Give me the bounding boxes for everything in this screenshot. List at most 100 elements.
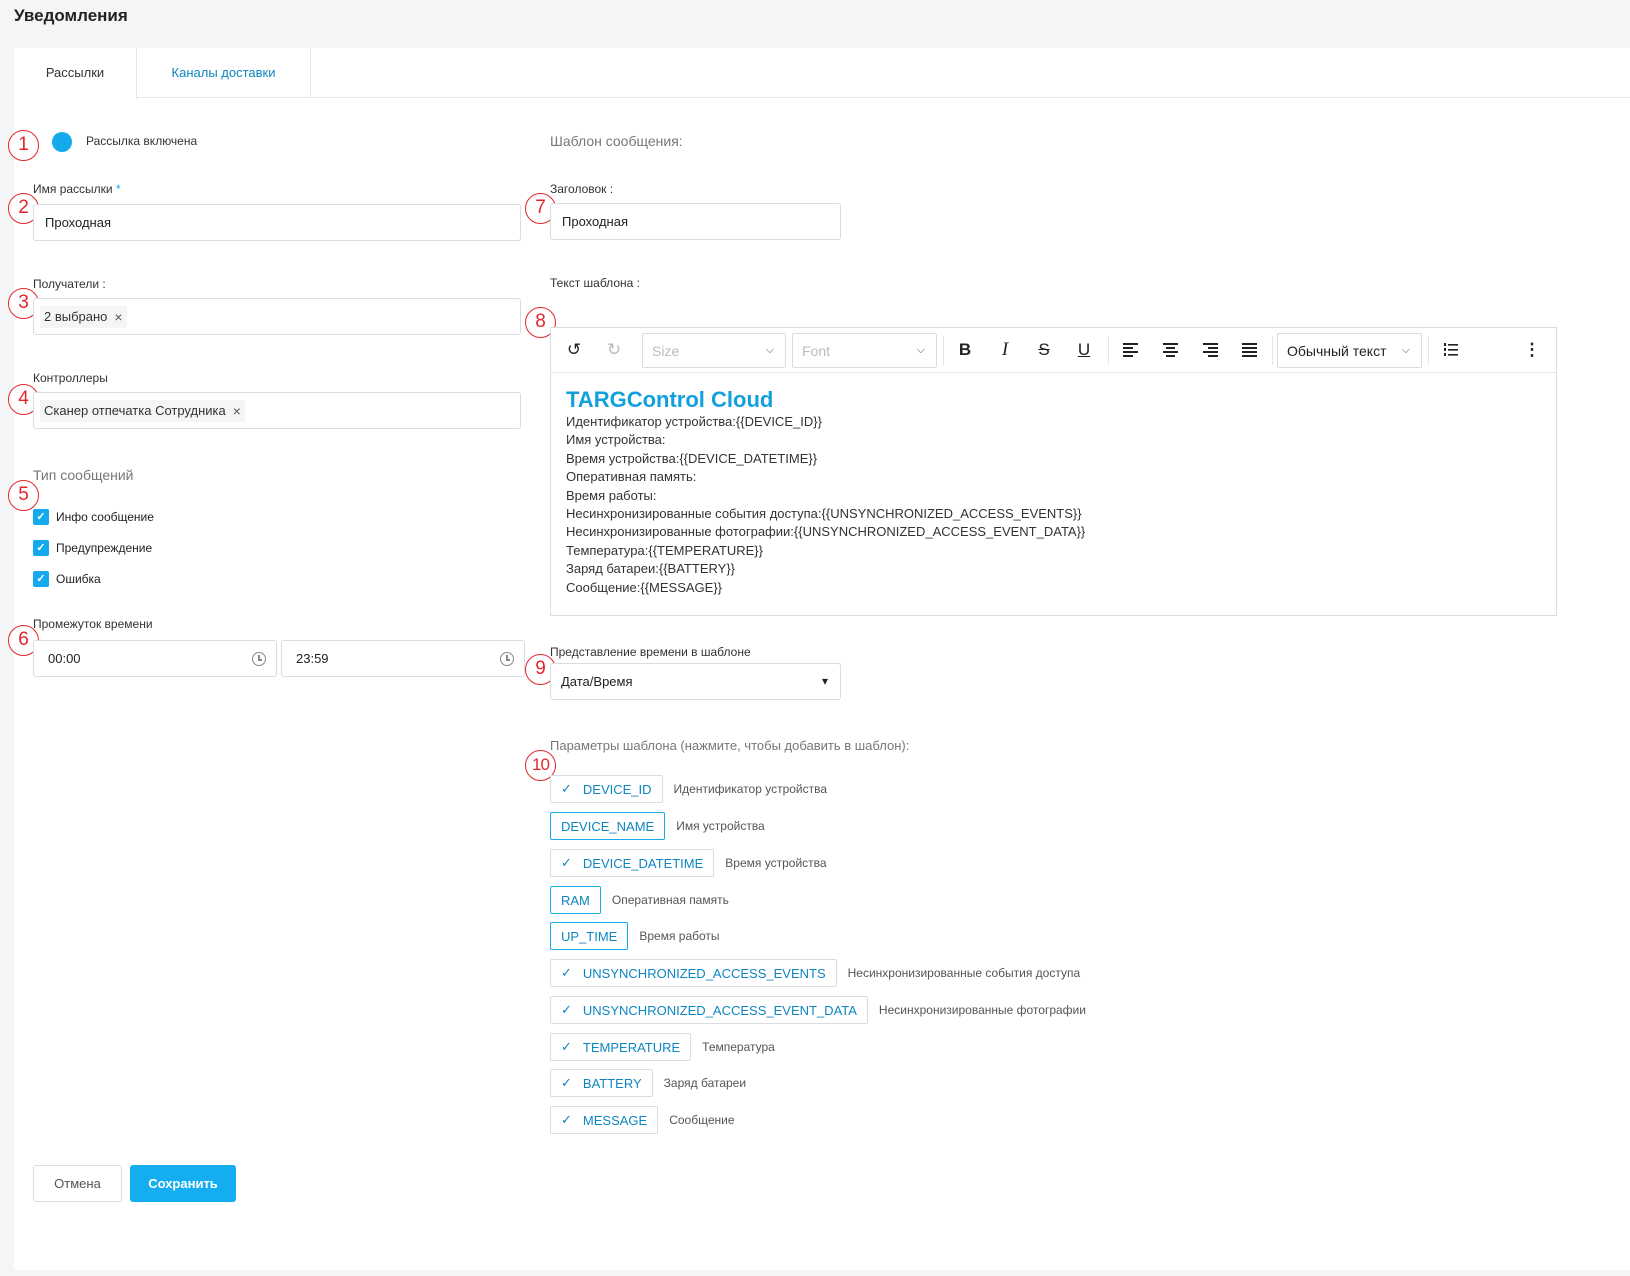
param-chip-message[interactable]: ✓ MESSAGE [550,1106,659,1134]
param-chip-battery[interactable]: ✓ BATTERY [550,1069,653,1097]
param-chip-temperature[interactable]: ✓ TEMPERATURE [550,1033,692,1061]
param-desc: Время устройства [725,856,827,870]
param-row: ✓ DEVICE_DATETIME Время устройства [550,849,827,877]
param-chip-unsync-event-data[interactable]: ✓ UNSYNCHRONIZED_ACCESS_EVENT_DATA [550,996,868,1024]
param-row: ✓ UNSYNCHRONIZED_ACCESS_EVENTS Несинхрони… [550,959,1080,987]
strikethrough-icon[interactable]: S [1029,334,1059,366]
required-asterisk: * [115,182,121,196]
param-key: UP_TIME [561,928,618,944]
checkbox-checked-icon[interactable]: ✓ [33,571,49,587]
time-to-input[interactable]: 23:59 [281,640,525,677]
param-chip-device-datetime[interactable]: ✓ DEVICE_DATETIME [550,849,715,877]
cancel-button[interactable]: Отмена [33,1165,122,1202]
content-line-token: {{DEVICE_DATETIME}} [679,450,818,466]
chevron-down-icon: ⌵ [1401,344,1410,356]
clock-icon[interactable] [252,652,266,666]
param-desc: Время работы [639,929,720,943]
check-icon: ✓ [561,1112,572,1127]
content-line-label: Время устройства: [566,450,680,466]
clock-icon[interactable] [500,652,514,666]
check-icon: ✓ [561,1075,572,1090]
toolbar-divider [1428,336,1429,365]
editor-toolbar: ↺ ↻ Size ⌵ Font ⌵ B I S U Обычный текст ⌵ ⋮ [551,328,1556,373]
tab-mailings[interactable]: Рассылки [14,48,137,99]
annotation-marker-1: 1 [8,130,39,161]
param-row: ✓ MESSAGE Сообщение [550,1106,735,1134]
param-row: UP_TIME Время работы [550,922,720,950]
rich-text-editor[interactable]: ↺ ↻ Size ⌵ Font ⌵ B I S U Обычный текст ⌵ ⋮… [550,327,1557,616]
type-error-row[interactable]: ✓ Ошибка [33,571,101,587]
italic-icon[interactable]: I [990,334,1020,366]
content-line-token: {{UNSYNCHRONIZED_ACCESS_EVENT_DATA}} [793,524,1086,540]
enabled-label: Рассылка включена [86,134,198,148]
toolbar-divider [1108,336,1109,365]
param-row: ✓ TEMPERATURE Температура [550,1033,775,1061]
font-select-label: Font [802,342,831,359]
tab-bar: Рассылки Каналы доставки [14,48,1630,99]
recipients-label: Получатели : [33,277,106,291]
controllers-chip-label: Сканер отпечатка Сотрудника [44,403,226,418]
content-line-label: Идентификатор устройства: [566,414,736,429]
param-chip-ram[interactable]: RAM [550,886,601,914]
text-style-select[interactable]: Обычный текст ⌵ [1277,333,1422,368]
param-chip-device-id[interactable]: ✓ DEVICE_ID [550,775,663,803]
type-warning-row[interactable]: ✓ Предупреждение [33,540,152,556]
type-info-row[interactable]: ✓ Инфо сообщение [33,509,154,525]
chip-remove-icon[interactable]: × [233,403,241,419]
content-line: Заряд батареи:{{BATTERY}} [566,560,1085,578]
align-right-icon[interactable] [1195,334,1225,366]
content-line-token: {{DEVICE_ID}} [735,414,822,429]
param-key: DEVICE_NAME [561,818,655,834]
param-row: ✓ DEVICE_ID Идентификатор устройства [550,775,827,803]
name-input[interactable]: Проходная [33,204,521,241]
content-line-token: {{BATTERY}} [658,561,735,577]
time-repr-select[interactable]: Дата/Время ▾ [550,663,841,700]
time-from-value: 00:00 [48,651,81,666]
save-button[interactable]: Сохранить [130,1165,236,1202]
chip-remove-icon[interactable]: × [114,309,122,325]
recipients-chip-label: 2 выбрано [44,309,108,324]
editor-content[interactable]: TARGControl Cloud Идентификатор устройст… [566,386,1085,597]
ordered-list-icon[interactable] [1436,334,1466,366]
content-line-token: {{MESSAGE}} [640,579,723,595]
size-select-label: Size [652,342,680,359]
controllers-select[interactable]: Сканер отпечатка Сотрудника × [33,392,521,429]
tab-delivery-channels[interactable]: Каналы доставки [137,48,311,98]
bold-icon[interactable]: B [950,334,980,366]
header-input[interactable]: Проходная [550,203,841,240]
name-input-value: Проходная [45,215,111,230]
time-range-label: Промежуток времени [33,617,153,631]
check-icon: ✓ [561,965,572,980]
content-line-label: Несинхронизированные события доступа: [566,506,822,522]
underline-icon[interactable]: U [1069,334,1099,366]
content-line: Время устройства:{{DEVICE_DATETIME}} [566,450,1085,468]
more-options-icon[interactable]: ⋮ [1517,334,1547,366]
content-line-label: Температура: [566,542,649,558]
param-key: BATTERY [582,1075,642,1091]
redo-icon[interactable]: ↻ [599,334,629,366]
param-chip-up-time[interactable]: UP_TIME [550,922,629,950]
page-title: Уведомления [14,6,128,25]
chevron-down-icon: ⌵ [765,344,774,356]
align-center-icon[interactable] [1155,334,1185,366]
param-chip-unsync-events[interactable]: ✓ UNSYNCHRONIZED_ACCESS_EVENTS [550,959,837,987]
checkbox-checked-icon[interactable]: ✓ [33,509,49,525]
content-line: Несинхронизированные фотографии:{{UNSYNC… [566,523,1085,541]
content-line-label: Несинхронизированные фотографии: [566,524,794,540]
param-key: TEMPERATURE [582,1039,681,1055]
content-line: Имя устройства: [566,431,1085,449]
checkbox-checked-icon[interactable]: ✓ [33,540,49,556]
align-left-icon[interactable] [1115,334,1145,366]
undo-icon[interactable]: ↺ [559,334,589,366]
enabled-toggle[interactable] [52,132,72,152]
size-select[interactable]: Size ⌵ [642,333,786,368]
align-justify-icon[interactable] [1234,334,1264,366]
param-desc: Несинхронизированные события доступа [847,966,1081,980]
param-row: ✓ BATTERY Заряд батареи [550,1069,746,1097]
recipients-select[interactable]: 2 выбрано × [33,298,521,335]
param-desc: Температура [702,1040,775,1054]
param-chip-device-name[interactable]: DEVICE_NAME [550,812,666,840]
font-select[interactable]: Font ⌵ [792,333,937,368]
param-key: UNSYNCHRONIZED_ACCESS_EVENT_DATA [582,1002,857,1018]
time-from-input[interactable]: 00:00 [33,640,277,677]
